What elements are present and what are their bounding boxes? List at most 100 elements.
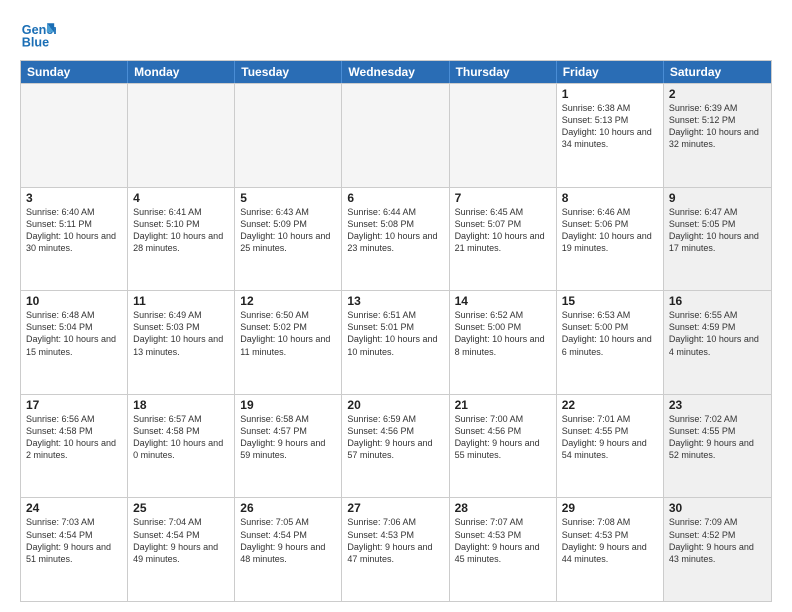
day-number: 14 xyxy=(455,294,551,308)
day-info: Sunrise: 6:57 AMSunset: 4:58 PMDaylight:… xyxy=(133,413,229,462)
day-cell-12: 12Sunrise: 6:50 AMSunset: 5:02 PMDayligh… xyxy=(235,291,342,394)
day-cell-13: 13Sunrise: 6:51 AMSunset: 5:01 PMDayligh… xyxy=(342,291,449,394)
empty-cell-0-0 xyxy=(21,84,128,187)
page: General Blue SundayMondayTuesdayWednesda… xyxy=(0,0,792,612)
day-info: Sunrise: 6:56 AMSunset: 4:58 PMDaylight:… xyxy=(26,413,122,462)
day-cell-29: 29Sunrise: 7:08 AMSunset: 4:53 PMDayligh… xyxy=(557,498,664,601)
day-number: 15 xyxy=(562,294,658,308)
calendar-header: SundayMondayTuesdayWednesdayThursdayFrid… xyxy=(21,61,771,83)
empty-cell-0-2 xyxy=(235,84,342,187)
header: General Blue xyxy=(20,16,772,52)
calendar-row-3: 10Sunrise: 6:48 AMSunset: 5:04 PMDayligh… xyxy=(21,290,771,394)
day-cell-5: 5Sunrise: 6:43 AMSunset: 5:09 PMDaylight… xyxy=(235,188,342,291)
empty-cell-0-3 xyxy=(342,84,449,187)
day-info: Sunrise: 6:44 AMSunset: 5:08 PMDaylight:… xyxy=(347,206,443,255)
weekday-header-tuesday: Tuesday xyxy=(235,61,342,83)
day-info: Sunrise: 6:50 AMSunset: 5:02 PMDaylight:… xyxy=(240,309,336,358)
day-number: 4 xyxy=(133,191,229,205)
day-cell-19: 19Sunrise: 6:58 AMSunset: 4:57 PMDayligh… xyxy=(235,395,342,498)
day-info: Sunrise: 6:53 AMSunset: 5:00 PMDaylight:… xyxy=(562,309,658,358)
day-cell-16: 16Sunrise: 6:55 AMSunset: 4:59 PMDayligh… xyxy=(664,291,771,394)
day-info: Sunrise: 6:51 AMSunset: 5:01 PMDaylight:… xyxy=(347,309,443,358)
day-cell-27: 27Sunrise: 7:06 AMSunset: 4:53 PMDayligh… xyxy=(342,498,449,601)
day-number: 13 xyxy=(347,294,443,308)
day-number: 29 xyxy=(562,501,658,515)
day-info: Sunrise: 6:55 AMSunset: 4:59 PMDaylight:… xyxy=(669,309,766,358)
empty-cell-0-1 xyxy=(128,84,235,187)
day-cell-4: 4Sunrise: 6:41 AMSunset: 5:10 PMDaylight… xyxy=(128,188,235,291)
day-number: 19 xyxy=(240,398,336,412)
logo: General Blue xyxy=(20,16,60,52)
day-number: 23 xyxy=(669,398,766,412)
day-info: Sunrise: 6:46 AMSunset: 5:06 PMDaylight:… xyxy=(562,206,658,255)
day-cell-9: 9Sunrise: 6:47 AMSunset: 5:05 PMDaylight… xyxy=(664,188,771,291)
calendar-row-5: 24Sunrise: 7:03 AMSunset: 4:54 PMDayligh… xyxy=(21,497,771,601)
day-cell-10: 10Sunrise: 6:48 AMSunset: 5:04 PMDayligh… xyxy=(21,291,128,394)
day-info: Sunrise: 7:05 AMSunset: 4:54 PMDaylight:… xyxy=(240,516,336,565)
weekday-header-thursday: Thursday xyxy=(450,61,557,83)
day-info: Sunrise: 7:07 AMSunset: 4:53 PMDaylight:… xyxy=(455,516,551,565)
day-info: Sunrise: 6:41 AMSunset: 5:10 PMDaylight:… xyxy=(133,206,229,255)
day-cell-3: 3Sunrise: 6:40 AMSunset: 5:11 PMDaylight… xyxy=(21,188,128,291)
day-cell-20: 20Sunrise: 6:59 AMSunset: 4:56 PMDayligh… xyxy=(342,395,449,498)
weekday-header-monday: Monday xyxy=(128,61,235,83)
day-cell-1: 1Sunrise: 6:38 AMSunset: 5:13 PMDaylight… xyxy=(557,84,664,187)
logo-icon: General Blue xyxy=(20,16,56,52)
day-number: 8 xyxy=(562,191,658,205)
day-info: Sunrise: 7:06 AMSunset: 4:53 PMDaylight:… xyxy=(347,516,443,565)
calendar-body: 1Sunrise: 6:38 AMSunset: 5:13 PMDaylight… xyxy=(21,83,771,601)
day-number: 21 xyxy=(455,398,551,412)
svg-text:Blue: Blue xyxy=(22,36,49,50)
day-cell-24: 24Sunrise: 7:03 AMSunset: 4:54 PMDayligh… xyxy=(21,498,128,601)
day-number: 30 xyxy=(669,501,766,515)
day-info: Sunrise: 6:49 AMSunset: 5:03 PMDaylight:… xyxy=(133,309,229,358)
calendar: SundayMondayTuesdayWednesdayThursdayFrid… xyxy=(20,60,772,602)
day-cell-25: 25Sunrise: 7:04 AMSunset: 4:54 PMDayligh… xyxy=(128,498,235,601)
day-number: 12 xyxy=(240,294,336,308)
calendar-row-2: 3Sunrise: 6:40 AMSunset: 5:11 PMDaylight… xyxy=(21,187,771,291)
day-info: Sunrise: 6:39 AMSunset: 5:12 PMDaylight:… xyxy=(669,102,766,151)
weekday-header-friday: Friday xyxy=(557,61,664,83)
day-number: 16 xyxy=(669,294,766,308)
day-cell-23: 23Sunrise: 7:02 AMSunset: 4:55 PMDayligh… xyxy=(664,395,771,498)
day-info: Sunrise: 6:48 AMSunset: 5:04 PMDaylight:… xyxy=(26,309,122,358)
day-cell-21: 21Sunrise: 7:00 AMSunset: 4:56 PMDayligh… xyxy=(450,395,557,498)
day-info: Sunrise: 6:47 AMSunset: 5:05 PMDaylight:… xyxy=(669,206,766,255)
day-info: Sunrise: 6:40 AMSunset: 5:11 PMDaylight:… xyxy=(26,206,122,255)
day-cell-26: 26Sunrise: 7:05 AMSunset: 4:54 PMDayligh… xyxy=(235,498,342,601)
empty-cell-0-4 xyxy=(450,84,557,187)
day-cell-7: 7Sunrise: 6:45 AMSunset: 5:07 PMDaylight… xyxy=(450,188,557,291)
day-number: 6 xyxy=(347,191,443,205)
day-info: Sunrise: 7:09 AMSunset: 4:52 PMDaylight:… xyxy=(669,516,766,565)
day-number: 5 xyxy=(240,191,336,205)
day-info: Sunrise: 7:00 AMSunset: 4:56 PMDaylight:… xyxy=(455,413,551,462)
day-info: Sunrise: 6:45 AMSunset: 5:07 PMDaylight:… xyxy=(455,206,551,255)
day-number: 2 xyxy=(669,87,766,101)
day-info: Sunrise: 6:58 AMSunset: 4:57 PMDaylight:… xyxy=(240,413,336,462)
day-cell-30: 30Sunrise: 7:09 AMSunset: 4:52 PMDayligh… xyxy=(664,498,771,601)
day-number: 18 xyxy=(133,398,229,412)
day-number: 20 xyxy=(347,398,443,412)
day-cell-17: 17Sunrise: 6:56 AMSunset: 4:58 PMDayligh… xyxy=(21,395,128,498)
day-number: 10 xyxy=(26,294,122,308)
day-info: Sunrise: 7:02 AMSunset: 4:55 PMDaylight:… xyxy=(669,413,766,462)
day-cell-14: 14Sunrise: 6:52 AMSunset: 5:00 PMDayligh… xyxy=(450,291,557,394)
day-cell-8: 8Sunrise: 6:46 AMSunset: 5:06 PMDaylight… xyxy=(557,188,664,291)
day-info: Sunrise: 6:38 AMSunset: 5:13 PMDaylight:… xyxy=(562,102,658,151)
day-info: Sunrise: 7:03 AMSunset: 4:54 PMDaylight:… xyxy=(26,516,122,565)
day-info: Sunrise: 6:59 AMSunset: 4:56 PMDaylight:… xyxy=(347,413,443,462)
day-info: Sunrise: 7:04 AMSunset: 4:54 PMDaylight:… xyxy=(133,516,229,565)
weekday-header-sunday: Sunday xyxy=(21,61,128,83)
day-number: 9 xyxy=(669,191,766,205)
day-info: Sunrise: 6:52 AMSunset: 5:00 PMDaylight:… xyxy=(455,309,551,358)
day-number: 26 xyxy=(240,501,336,515)
day-number: 25 xyxy=(133,501,229,515)
day-cell-15: 15Sunrise: 6:53 AMSunset: 5:00 PMDayligh… xyxy=(557,291,664,394)
day-number: 17 xyxy=(26,398,122,412)
day-info: Sunrise: 6:43 AMSunset: 5:09 PMDaylight:… xyxy=(240,206,336,255)
day-cell-11: 11Sunrise: 6:49 AMSunset: 5:03 PMDayligh… xyxy=(128,291,235,394)
weekday-header-saturday: Saturday xyxy=(664,61,771,83)
day-cell-22: 22Sunrise: 7:01 AMSunset: 4:55 PMDayligh… xyxy=(557,395,664,498)
day-info: Sunrise: 7:08 AMSunset: 4:53 PMDaylight:… xyxy=(562,516,658,565)
day-number: 11 xyxy=(133,294,229,308)
